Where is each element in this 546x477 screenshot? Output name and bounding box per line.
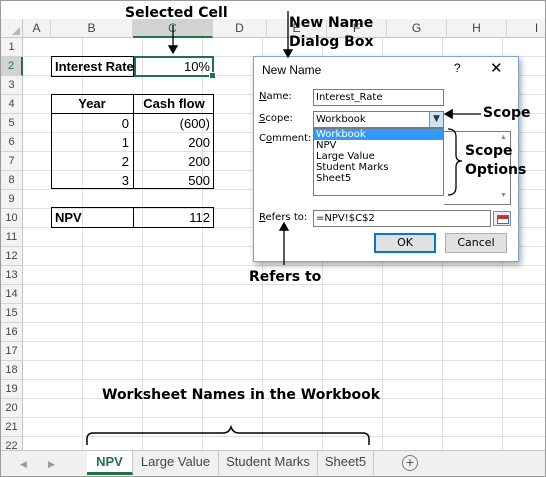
annotation-arrows — [86, 11, 481, 445]
brace-worksheet-names — [86, 424, 370, 445]
brace-scope-options — [447, 128, 463, 196]
screenshot-frame: ABCDEFGHI 123456789101112131415161718192… — [0, 0, 546, 477]
